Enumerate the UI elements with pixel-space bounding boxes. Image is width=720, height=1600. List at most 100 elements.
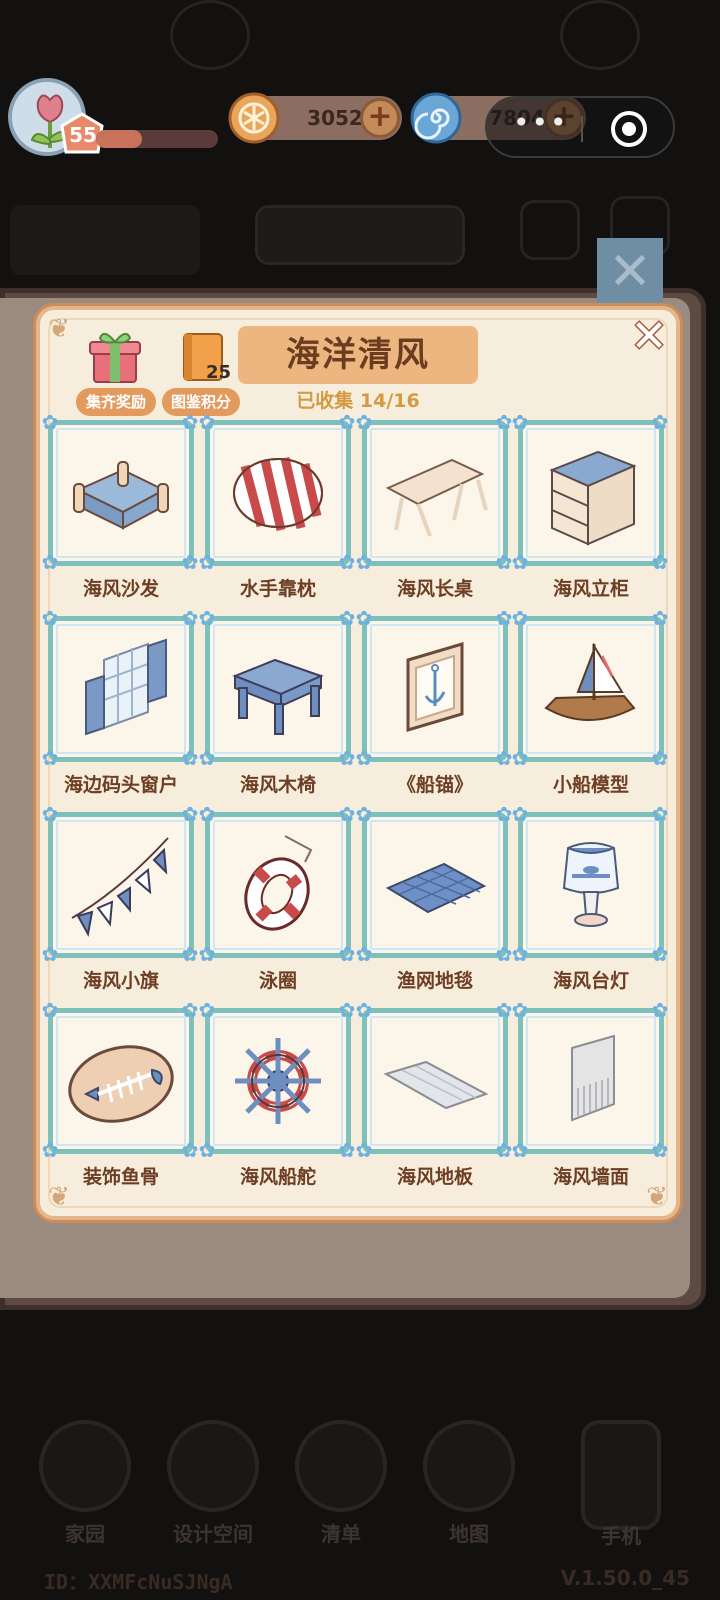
bow-ornament-icon: ✿ [355,746,373,770]
more-menu-icon[interactable]: ••• [513,106,569,139]
background-house-banner [10,205,200,275]
bow-ornament-icon: ✿ [41,802,59,826]
bow-ornament-icon: ✿ [355,802,373,826]
item-label: 海风台灯 [552,970,629,992]
bow-ornament-icon: ✿ [651,998,669,1022]
gift-icon[interactable] [88,328,142,384]
item-label: 泳圈 [258,970,297,992]
coin-counter: 3052 + [228,92,402,144]
bow-ornament-icon: ✿ [41,998,59,1022]
bow-ornament-icon: ✿ [651,1138,669,1162]
boat-icon [544,642,636,721]
collection-item[interactable]: ✿ ✿ ✿ ✿ 海风台灯 [512,804,669,1002]
xp-bar [96,130,218,148]
bow-ornament-icon: ✿ [198,942,216,966]
nav-design-label: 设计空间 [173,1522,253,1546]
background-circle [170,0,250,70]
bow-ornament-icon: ✿ [41,942,59,966]
item-label: 《船锚》 [396,774,473,796]
item-label: 小船模型 [552,774,629,796]
nav-map[interactable]: 地图 [414,1420,524,1550]
bow-ornament-icon: ✿ [198,746,216,770]
ship-wheel-icon [235,1038,321,1124]
nav-home[interactable]: 家园 [30,1420,140,1550]
bow-ornament-icon: ✿ [511,410,529,434]
bow-ornament-icon: ✿ [198,410,216,434]
nav-home-label: 家园 [65,1522,105,1546]
capsule-divider [581,116,583,142]
collection-item[interactable]: ✿ ✿ ✿ ✿ 小船模型 [512,608,669,806]
list-icon [295,1420,387,1512]
item-label: 海风立柜 [552,578,629,600]
xp-bar-fill [96,130,143,148]
collection-item[interactable]: ✿ ✿ ✿ ✿ 《船锚》 [356,608,513,806]
bow-ornament-icon: ✿ [355,998,373,1022]
bow-ornament-icon: ✿ [511,942,529,966]
close-button[interactable]: ✕ [628,315,670,359]
bow-ornament-icon: ✿ [651,802,669,826]
collection-item[interactable]: ✿ ✿ ✿ ✿ 水手靠枕 [199,412,356,610]
collection-item[interactable]: ✿ ✿ ✿ ✿ 海风沙发 [42,412,199,610]
collection-item[interactable]: ✿ ✿ ✿ ✿ 渔网地毯 [356,804,513,1002]
bow-ornament-icon: ✿ [651,410,669,434]
table-icon [385,458,488,537]
bow-ornament-icon: ✿ [355,410,373,434]
item-label: 海风小旗 [82,970,159,992]
bottom-nav: 家园 设计空间 清单 地图 手机 [0,1420,720,1560]
nav-phone[interactable]: 手机 [566,1420,676,1550]
nav-map-label: 地图 [449,1522,489,1546]
home-icon [39,1420,131,1512]
collection-item[interactable]: ✿ ✿ ✿ ✿ 海风立柜 [512,412,669,610]
cabinet-icon [549,450,637,546]
collection-item[interactable]: ✿ ✿ ✿ ✿ 海风船舵 [199,1000,356,1198]
bow-ornament-icon: ✿ [651,746,669,770]
collection-item[interactable]: ✿ ✿ ✿ ✿ 海边码头窗户 [42,608,199,806]
rug-icon [385,862,487,914]
bow-ornament-icon: ✿ [511,550,529,574]
points-count: 25 [206,362,232,383]
design-icon [167,1420,259,1512]
bow-ornament-icon: ✿ [41,746,59,770]
item-label: 水手靠枕 [239,578,316,600]
add-coins-button[interactable]: + [360,98,400,138]
nav-design-space[interactable]: 设计空间 [158,1420,268,1550]
collection-item[interactable]: ✿ ✿ ✿ ✿ 泳圈 [199,804,356,1002]
lamp-icon [562,842,620,927]
bow-ornament-icon: ✿ [355,550,373,574]
collection-item[interactable]: ✿ ✿ ✿ ✿ 海风地板 [356,1000,513,1198]
nav-list[interactable]: 清单 [286,1420,396,1550]
collection-item[interactable]: ✿ ✿ ✿ ✿ 海风长桌 [356,412,513,610]
item-label: 海风木椅 [239,774,316,796]
bow-ornament-icon: ✿ [651,606,669,630]
collection-item[interactable]: ✿ ✿ ✿ ✿ 海风木椅 [199,608,356,806]
collection-item[interactable]: ✿ ✿ ✿ ✿ 装饰鱼骨 [42,1000,199,1198]
stool-icon [232,658,324,735]
item-label: 海边码头窗户 [63,774,178,796]
bow-ornament-icon: ✿ [511,1138,529,1162]
bunting-icon [71,837,169,937]
item-label: 装饰鱼骨 [82,1166,159,1188]
item-label: 渔网地毯 [396,970,473,992]
fishbone-icon [68,1045,174,1123]
collect-reward-button[interactable]: 集齐奖励 [76,388,156,416]
bow-ornament-icon: ✿ [41,606,59,630]
pillow-icon [233,456,323,532]
bow-ornament-icon: ✿ [41,410,59,434]
bookmark-close-icon: ✕ [608,242,652,302]
bow-ornament-icon: ✿ [41,1138,59,1162]
bow-ornament-icon: ✿ [198,550,216,574]
bow-ornament-icon: ✿ [198,1138,216,1162]
collection-item[interactable]: ✿ ✿ ✿ ✿ 海风墙面 [512,1000,669,1198]
item-label: 海风船舵 [239,1166,316,1188]
background-frame [520,200,580,260]
bow-ornament-icon: ✿ [511,998,529,1022]
wall-icon [571,1034,615,1122]
collection-item[interactable]: ✿ ✿ ✿ ✿ 海风小旗 [42,804,199,1002]
item-label: 海风地板 [396,1166,473,1188]
bow-ornament-icon: ✿ [511,802,529,826]
item-label: 海风沙发 [82,578,159,600]
close-program-icon[interactable] [611,111,647,147]
bow-ornament-icon: ✿ [41,550,59,574]
version-label: V.1.50.0_45 [560,1566,690,1590]
corner-ornament-icon: ❦ [48,314,70,344]
